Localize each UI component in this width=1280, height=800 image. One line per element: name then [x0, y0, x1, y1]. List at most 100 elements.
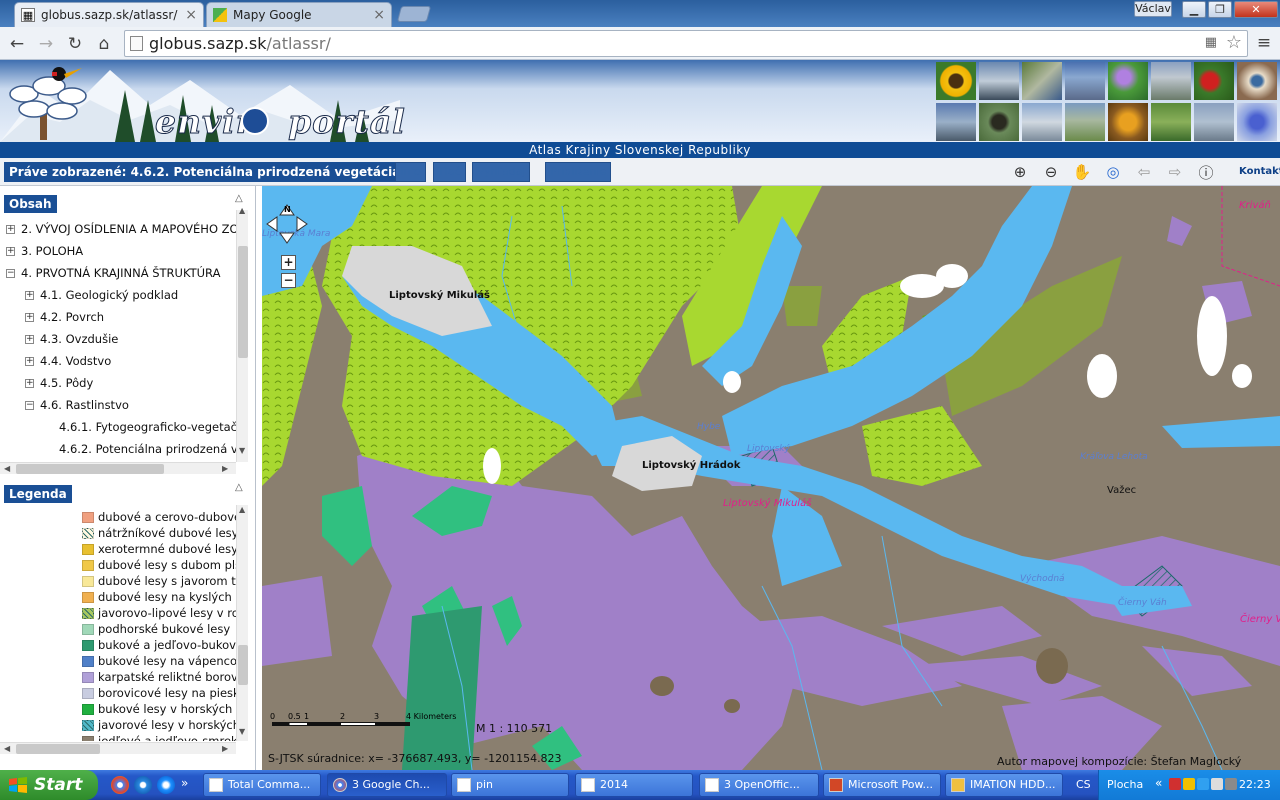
scrollbar-thumb[interactable]	[238, 246, 248, 358]
taskbar-item-imation[interactable]: IMATION HDD...	[945, 773, 1063, 797]
tab-zoom[interactable]: Priblíženie	[545, 162, 612, 182]
scrollbar-thumb[interactable]	[238, 645, 248, 685]
taskbar-item-powerpoint[interactable]: Microsoft Pow...	[823, 773, 941, 797]
previous-extent-icon[interactable]: ⇦	[1133, 161, 1155, 183]
zoom-out-icon[interactable]: ⊖	[1040, 161, 1062, 183]
translate-icon[interactable]: ▦	[1205, 35, 1217, 50]
legend-swatch	[82, 528, 94, 539]
scroll-up-arrow-icon[interactable]: ▲	[239, 206, 245, 215]
toc-item-label: 4.3. Ovzdušie	[40, 332, 119, 346]
language-indicator[interactable]: CS	[1076, 778, 1091, 791]
toc-item[interactable]: −4. PRVOTNÁ KRAJINNÁ ŠTRUKTÚRA	[6, 264, 220, 282]
map-zoom-in-button[interactable]: +	[281, 255, 296, 270]
legend-label: dubové lesy na kyslých pôdach	[98, 590, 236, 604]
scroll-right-arrow-icon[interactable]: ▶	[222, 744, 228, 753]
warning-tray-icon[interactable]	[1183, 778, 1195, 790]
tab-search[interactable]: Vyhľadaj	[472, 162, 531, 182]
clock[interactable]: 22:23	[1239, 778, 1271, 791]
tab-info[interactable]: Info	[395, 162, 426, 182]
maximize-button[interactable]: ❐	[1208, 1, 1232, 18]
toc-item[interactable]: −4.6. Rastlinstvo	[25, 396, 129, 414]
expand-icon[interactable]: +	[25, 357, 34, 366]
pan-control[interactable]: N	[264, 203, 310, 245]
scroll-down-arrow-icon[interactable]: ▼	[239, 727, 245, 736]
legend-item: javorovo-lipové lesy v roklinách	[82, 605, 236, 621]
show-desktop-label[interactable]: Plocha	[1107, 778, 1143, 791]
toc-item[interactable]: +4.3. Ovzdušie	[25, 330, 118, 348]
pan-hand-icon[interactable]: ✋	[1071, 161, 1093, 183]
info-icon[interactable]: ⓘ	[1195, 161, 1217, 183]
collapse-toc-icon[interactable]: △	[235, 193, 243, 204]
toc-vertical-scrollbar[interactable]	[236, 210, 248, 462]
scroll-down-arrow-icon[interactable]: ▼	[239, 446, 245, 455]
contact-link[interactable]: Kontakt	[1239, 166, 1280, 177]
vegetation-map-svg[interactable]	[262, 186, 1280, 770]
scroll-up-arrow-icon[interactable]: ▲	[239, 505, 245, 514]
scroll-left-arrow-icon[interactable]: ◀	[4, 744, 10, 753]
home-icon[interactable]: ⌂	[93, 33, 115, 55]
network-tray-icon[interactable]	[1197, 778, 1209, 790]
taskbar-item-chrome[interactable]: 3 Google Ch...	[327, 773, 447, 797]
close-tab-icon[interactable]: ×	[185, 7, 197, 23]
url-path: /atlassr/	[266, 34, 331, 53]
portal-logo-text[interactable]: envir portál	[154, 102, 406, 142]
toc-item[interactable]: +2. VÝVOJ OSÍDLENIA A MAPOVÉHO ZOBRAZENI…	[6, 220, 236, 238]
task-label: IMATION HDD...	[970, 778, 1056, 791]
toc-item-selected[interactable]: 4.6.2. Potenciálna prirodzená vegetácia	[59, 440, 236, 458]
tab-google-maps[interactable]: Mapy Google ×	[206, 2, 392, 27]
antivirus-tray-icon[interactable]	[1169, 778, 1181, 790]
collapse-icon[interactable]: −	[6, 269, 15, 278]
taskbar-item-pin[interactable]: pin	[451, 773, 569, 797]
tab-atlassr[interactable]: ▦ globus.sazp.sk/atlassr/ ×	[14, 2, 204, 27]
media-player-icon[interactable]	[134, 776, 152, 794]
expand-icon[interactable]: +	[25, 291, 34, 300]
close-window-button[interactable]: ✕	[1234, 1, 1278, 18]
chrome-icon[interactable]	[111, 776, 129, 794]
toc-item[interactable]: +4.1. Geologický podklad	[25, 286, 178, 304]
legend-item: xerotermné dubové lesy	[82, 541, 236, 557]
forward-arrow-icon[interactable]: →	[35, 33, 57, 55]
toc-item[interactable]: 4.6.1. Fytogeograficko-vegetačné členeni…	[59, 418, 236, 436]
legend-vertical-scrollbar[interactable]	[236, 505, 248, 741]
legend-horizontal-scrollbar[interactable]	[0, 742, 236, 754]
scroll-left-arrow-icon[interactable]: ◀	[4, 464, 10, 473]
toc-item[interactable]: +4.5. Pôdy	[25, 374, 93, 392]
expand-icon[interactable]: +	[25, 335, 34, 344]
full-extent-icon[interactable]: ◎	[1102, 161, 1124, 183]
expand-icon[interactable]: +	[6, 247, 15, 256]
close-tab-icon[interactable]: ×	[373, 7, 385, 23]
expand-icon[interactable]: +	[25, 313, 34, 322]
scrollbar-thumb[interactable]	[16, 744, 100, 754]
back-arrow-icon[interactable]: ←	[6, 33, 28, 55]
battery-tray-icon[interactable]	[1225, 778, 1237, 790]
expand-icon[interactable]: +	[25, 379, 34, 388]
taskbar-item-openoffice[interactable]: 3 OpenOffic...	[699, 773, 819, 797]
collapse-icon[interactable]: −	[25, 401, 34, 410]
scroll-right-arrow-icon[interactable]: ▶	[222, 464, 228, 473]
tray-overflow-icon[interactable]: «	[1155, 776, 1162, 790]
internet-explorer-icon[interactable]	[157, 776, 175, 794]
next-extent-icon[interactable]: ⇨	[1164, 161, 1186, 183]
quicklaunch-overflow-icon[interactable]: »	[181, 776, 188, 790]
volume-tray-icon[interactable]	[1211, 778, 1223, 790]
toc-item[interactable]: +3. POLOHA	[6, 242, 83, 260]
scrollbar-thumb[interactable]	[16, 464, 164, 474]
reload-icon[interactable]: ↻	[64, 33, 86, 55]
taskbar-item-total-commander[interactable]: Total Comma...	[203, 773, 321, 797]
bookmark-star-icon[interactable]: ☆	[1226, 32, 1242, 53]
expand-icon[interactable]: +	[6, 225, 15, 234]
toc-item[interactable]: +4.4. Vodstvo	[25, 352, 111, 370]
collapse-legend-icon[interactable]: △	[235, 482, 243, 493]
tab-print[interactable]: Tlač	[433, 162, 466, 182]
browser-menu-icon[interactable]: ≡	[1254, 33, 1274, 53]
profile-button[interactable]: Václav	[1134, 1, 1172, 17]
toc-horizontal-scrollbar[interactable]	[0, 462, 236, 474]
toc-item[interactable]: +4.2. Povrch	[25, 308, 104, 326]
new-tab-button[interactable]	[396, 6, 432, 22]
minimize-button[interactable]: ▁	[1182, 1, 1206, 18]
address-bar[interactable]: globus.sazp.sk/atlassr/ ▦ ☆	[124, 30, 1248, 57]
taskbar-item-2014[interactable]: 2014	[575, 773, 693, 797]
map-zoom-out-button[interactable]: −	[281, 273, 296, 288]
zoom-in-icon[interactable]: ⊕	[1009, 161, 1031, 183]
map-canvas[interactable]: Liptovský Mikuláš Liptovský Hrádok Lipto…	[262, 186, 1280, 770]
